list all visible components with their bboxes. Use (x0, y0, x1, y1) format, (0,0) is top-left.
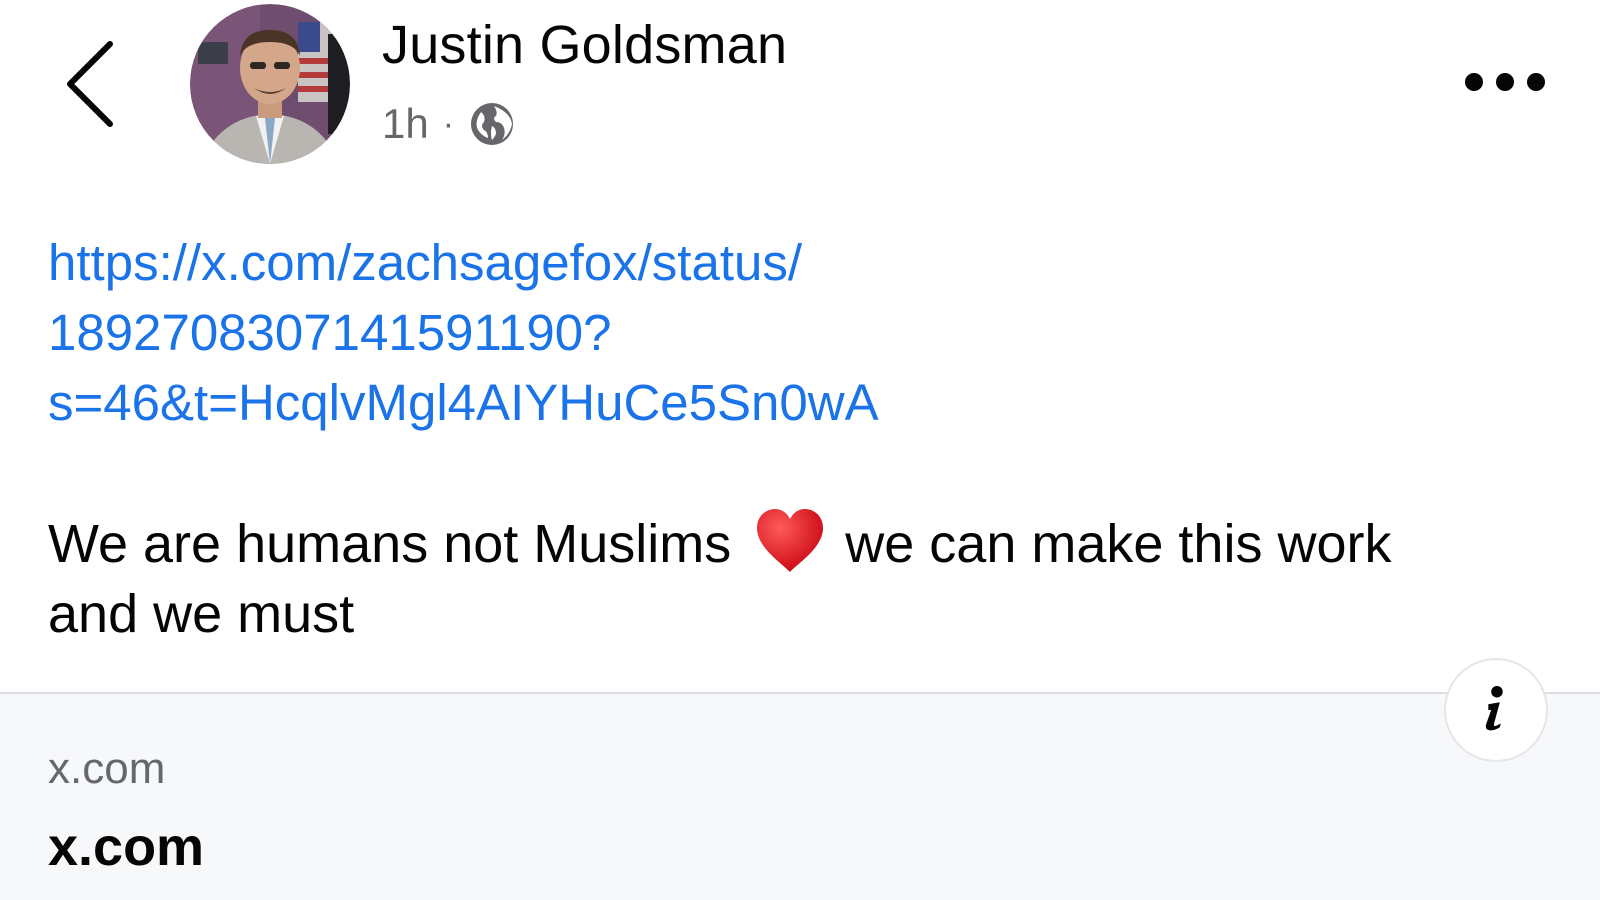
link-preview-title: x.com (48, 817, 205, 877)
post-meta: 1h · (382, 98, 516, 150)
globe-icon (471, 103, 514, 145)
post-text-line-2: and we must (48, 584, 355, 644)
url-line: s=46&t=HcqlvMgl4AIYHuCe5Sn0wA (48, 374, 879, 431)
profile-photo (190, 4, 350, 164)
post-body-text: We are humans not Muslims we can make thi… (48, 506, 1568, 649)
post-text-line-1: We are humans not Muslims we can make thi… (48, 506, 1568, 579)
more-options-button[interactable] (1460, 60, 1550, 104)
back-button[interactable] (58, 38, 122, 130)
url-line: https://x.com/zachsagefox/status/ (48, 234, 803, 291)
post-timestamp[interactable]: 1h (382, 100, 429, 148)
info-icon (1485, 685, 1503, 731)
avatar[interactable] (190, 4, 350, 164)
meta-separator: · (442, 104, 455, 143)
more-horizontal-icon (1465, 73, 1545, 91)
facebook-post-view: Justin Goldsman 1h · https://x.com/zachs… (0, 0, 1600, 900)
author-name[interactable]: Justin Goldsman (382, 14, 787, 76)
red-heart-emoji-icon (753, 506, 827, 576)
post-url-link[interactable]: https://x.com/zachsagefox/status/ 189270… (48, 228, 1548, 438)
post-text-part-1: We are humans not Muslims (48, 514, 732, 574)
post-text-part-2: we can make this work (845, 514, 1392, 574)
link-preview-card[interactable]: x.com x.com (0, 692, 1600, 900)
chevron-left-icon (67, 41, 113, 127)
link-preview-domain: x.com (48, 744, 166, 793)
url-line: 1892708307141591190? (48, 304, 612, 361)
info-button[interactable] (1444, 658, 1548, 762)
